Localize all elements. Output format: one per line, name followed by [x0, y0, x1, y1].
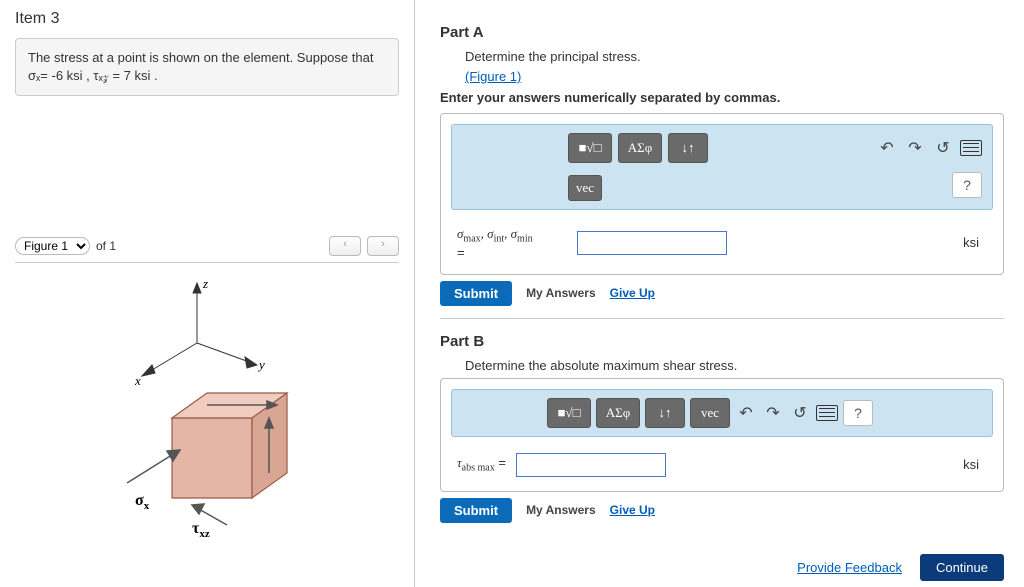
vec-button[interactable]: vec	[568, 175, 602, 201]
tau-xz-label: τxz	[192, 520, 210, 540]
part-a-prompt: Determine the principal stress.	[465, 49, 1004, 64]
undo-button-b[interactable]: ↶	[735, 402, 757, 424]
redo-button[interactable]: ↷	[904, 137, 926, 159]
part-a-submit-button[interactable]: Submit	[440, 281, 512, 306]
figure-box: z x y	[15, 262, 399, 573]
problem-statement: The stress at a point is shown on the el…	[15, 38, 399, 96]
figure-prev-button[interactable]: ‹	[329, 236, 361, 256]
greek-button-b[interactable]: ΑΣφ	[596, 398, 640, 428]
undo-button[interactable]: ↶	[876, 137, 898, 159]
keyboard-icon[interactable]	[960, 137, 982, 159]
figure-select[interactable]: Figure 1	[15, 237, 90, 255]
part-a-variable: σmax, σint, σmin =	[457, 226, 567, 260]
part-b-toolbar: ■√□ ΑΣφ ↓↑ vec ↶ ↷ ↺ ?	[451, 389, 993, 437]
part-b-giveup[interactable]: Give Up	[610, 503, 655, 517]
part-b-title: Part B	[440, 333, 1004, 350]
continue-button[interactable]: Continue	[920, 554, 1004, 581]
part-a-giveup[interactable]: Give Up	[610, 286, 655, 300]
part-a-unit: ksi	[963, 235, 987, 250]
part-b-prompt: Determine the absolute maximum shear str…	[465, 358, 1004, 373]
part-b-my-answers[interactable]: My Answers	[526, 503, 596, 517]
item-title: Item 3	[15, 10, 399, 28]
part-a-input[interactable]	[577, 231, 727, 255]
part-b-panel: ■√□ ΑΣφ ↓↑ vec ↶ ↷ ↺ ? τabs max = ksi	[440, 378, 1004, 492]
keyboard-icon-b[interactable]	[816, 402, 838, 424]
redo-button-b[interactable]: ↷	[762, 402, 784, 424]
part-a-instruction: Enter your answers numerically separated…	[440, 90, 1004, 105]
part-b-variable: τabs max =	[457, 455, 506, 474]
figure-of-label: of 1	[96, 239, 116, 253]
template-button-b[interactable]: ■√□	[547, 398, 591, 428]
axis-z-label: z	[202, 276, 208, 291]
axis-x-label: x	[134, 373, 141, 388]
template-button[interactable]: ■√□	[568, 133, 612, 163]
greek-button[interactable]: ΑΣφ	[618, 133, 662, 163]
figure-next-button[interactable]: ›	[367, 236, 399, 256]
arrows-button-b[interactable]: ↓↑	[645, 398, 685, 428]
part-a-toolbar: ■√□ ΑΣφ ↓↑ ↶ ↷ ↺ vec ?	[451, 124, 993, 210]
provide-feedback-link[interactable]: Provide Feedback	[797, 560, 902, 575]
help-button-b[interactable]: ?	[843, 400, 873, 426]
part-a-title: Part A	[440, 24, 1004, 41]
reset-button[interactable]: ↺	[932, 137, 954, 159]
help-button[interactable]: ?	[952, 172, 982, 198]
reset-button-b[interactable]: ↺	[789, 402, 811, 424]
axis-y-label: y	[257, 357, 265, 372]
part-b-input[interactable]	[516, 453, 666, 477]
part-b-unit: ksi	[963, 457, 987, 472]
sigma-x-label: σx	[135, 492, 150, 512]
arrows-button[interactable]: ↓↑	[668, 133, 708, 163]
figure-nav: Figure 1 of 1 ‹ ›	[15, 236, 399, 256]
part-b-submit-button[interactable]: Submit	[440, 498, 512, 523]
part-a-my-answers[interactable]: My Answers	[526, 286, 596, 300]
figure-link[interactable]: (Figure 1)	[465, 69, 521, 84]
figure-drawing: z x y	[57, 273, 357, 553]
vec-button-b[interactable]: vec	[690, 398, 730, 428]
part-a-panel: ■√□ ΑΣφ ↓↑ ↶ ↷ ↺ vec ? σma	[440, 113, 1004, 275]
